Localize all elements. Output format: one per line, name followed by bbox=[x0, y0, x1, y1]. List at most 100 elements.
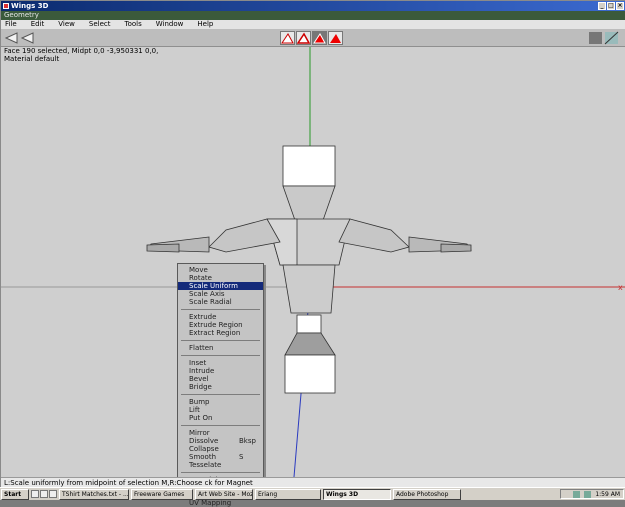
edge-mode-button[interactable] bbox=[296, 31, 311, 45]
redo-arrow-icon[interactable] bbox=[20, 31, 35, 45]
system-tray: 1:59 AM bbox=[560, 489, 624, 499]
context-menu-item-scale-axis[interactable]: Scale Axis bbox=[178, 290, 263, 298]
context-menu-item-label: Put On bbox=[189, 414, 213, 422]
context-menu-item-label: Lift bbox=[189, 406, 200, 414]
menu-tools[interactable]: Tools bbox=[125, 20, 142, 29]
context-menu-item-label: Rotate bbox=[189, 274, 212, 282]
title-bar[interactable]: Wings 3D _ □ × bbox=[1, 1, 625, 11]
undo-arrow-icon[interactable] bbox=[4, 31, 19, 45]
context-menu-item-label: Scale Axis bbox=[189, 290, 225, 298]
minimize-button[interactable]: _ bbox=[598, 2, 606, 10]
context-menu-item-scale-radial[interactable]: Scale Radial bbox=[178, 298, 263, 306]
context-menu-item-rotate[interactable]: Rotate bbox=[178, 274, 263, 282]
context-menu-item-label: Mirror bbox=[189, 429, 210, 437]
show-desktop-icon[interactable] bbox=[31, 490, 39, 498]
menu-separator bbox=[181, 340, 260, 341]
menu-separator bbox=[181, 355, 260, 356]
menu-select[interactable]: Select bbox=[89, 20, 111, 29]
context-menu-item-flatten[interactable]: Flatten bbox=[178, 344, 263, 352]
wings3d-window: Wings 3D _ □ × Geometry File Edit View S… bbox=[0, 0, 625, 507]
vertex-mode-icon bbox=[281, 33, 294, 44]
context-menu-item-hotkey: Bksp bbox=[239, 437, 256, 445]
toolbar bbox=[1, 29, 625, 47]
taskbar-item-photoshop[interactable]: Adobe Photoshop bbox=[393, 488, 461, 500]
quick-launch bbox=[31, 490, 57, 498]
selection-info-line2: Material default bbox=[4, 55, 60, 63]
context-menu-item-label: UV Mapping bbox=[189, 499, 232, 507]
menu-file[interactable]: File bbox=[5, 20, 17, 29]
face-mode-button[interactable] bbox=[312, 31, 327, 45]
context-menu-item-intrude[interactable]: Intrude bbox=[178, 367, 263, 375]
context-menu-item-label: Extrude bbox=[189, 313, 217, 321]
menu-separator bbox=[181, 394, 260, 395]
context-menu-item-bevel[interactable]: Bevel bbox=[178, 375, 263, 383]
context-menu-item-scale-uniform[interactable]: Scale Uniform bbox=[178, 282, 263, 290]
context-menu-item-collapse[interactable]: Collapse bbox=[178, 445, 263, 453]
context-menu-item-label: Scale Uniform bbox=[189, 282, 238, 290]
mesh-waist bbox=[282, 264, 336, 314]
context-menu-item-tesselate[interactable]: Tesselate bbox=[178, 461, 263, 469]
menu-separator bbox=[181, 309, 260, 310]
mesh-legs bbox=[284, 354, 336, 394]
volume-icon[interactable] bbox=[584, 490, 592, 498]
context-menu-item-extrude[interactable]: Extrude bbox=[178, 313, 263, 321]
edge-mode-icon bbox=[296, 32, 311, 44]
network-icon[interactable] bbox=[573, 490, 581, 498]
context-menu-item-label: Bevel bbox=[189, 375, 209, 383]
context-menu-item-inset[interactable]: Inset bbox=[178, 359, 263, 367]
mesh-upper-arm-left bbox=[208, 218, 281, 253]
context-menu-item-smooth[interactable]: Smooth S bbox=[178, 453, 263, 461]
start-button[interactable]: Start bbox=[1, 488, 29, 500]
context-menu-item-extract-region[interactable]: Extract Region bbox=[178, 329, 263, 337]
menu-separator bbox=[181, 472, 260, 473]
menu-edit[interactable]: Edit bbox=[31, 20, 45, 29]
app-icon bbox=[3, 3, 9, 9]
taskbar-item-freeware[interactable]: Freeware Games bbox=[131, 488, 193, 500]
context-menu-item-label: Move bbox=[189, 266, 208, 274]
context-menu-item-move[interactable]: Move bbox=[178, 266, 263, 274]
mesh-hip bbox=[296, 314, 322, 334]
selection-info-line1: Face 190 selected, Midpt 0,0 -3,950331 0… bbox=[4, 47, 159, 55]
context-menu-item-put-on[interactable]: Put On bbox=[178, 414, 263, 422]
face-mode-icon bbox=[313, 33, 326, 44]
context-menu-item-dissolve[interactable]: Dissolve Bksp bbox=[178, 437, 263, 445]
taskbar-item-tshirt[interactable]: TShirt Matches.txt - ... bbox=[59, 488, 129, 500]
vertex-mode-button[interactable] bbox=[280, 31, 295, 45]
context-menu-item-label: Collapse bbox=[189, 445, 219, 453]
context-menu-item-hotkey: S bbox=[239, 453, 244, 461]
body-mode-icon bbox=[330, 34, 341, 43]
context-menu-item-lift[interactable]: Lift bbox=[178, 406, 263, 414]
menu-window[interactable]: Window bbox=[156, 20, 184, 29]
3d-viewport[interactable]: x Face 190 selected, Midpt 0,0 -3,950331… bbox=[1, 47, 625, 477]
taskbar: Start TShirt Matches.txt - ... Freeware … bbox=[0, 487, 625, 500]
taskbar-item-wings3d[interactable]: Wings 3D bbox=[323, 488, 391, 500]
mail-icon[interactable] bbox=[49, 490, 57, 498]
window-title: Wings 3D bbox=[11, 2, 49, 10]
mesh-upper-arm-right bbox=[338, 218, 410, 253]
context-menu-item-uv-mapping[interactable]: UV Mapping bbox=[178, 499, 263, 507]
menu-bar: File Edit View Select Tools Window Help bbox=[1, 20, 625, 29]
geometry-tab[interactable]: Geometry bbox=[1, 11, 625, 20]
wireframe-icon[interactable] bbox=[604, 31, 619, 45]
maximize-button[interactable]: □ bbox=[607, 2, 615, 10]
context-menu-item-extrude-region[interactable]: Extrude Region bbox=[178, 321, 263, 329]
taskbar-item-mozilla[interactable]: Art Web Site - Mozilla bbox=[195, 488, 253, 500]
menu-help[interactable]: Help bbox=[197, 20, 213, 29]
body-mode-button[interactable] bbox=[328, 31, 343, 45]
selection-info: Face 190 selected, Midpt 0,0 -3,950331 0… bbox=[4, 47, 158, 63]
browser-icon[interactable] bbox=[40, 490, 48, 498]
context-menu-item-mirror[interactable]: Mirror bbox=[178, 429, 263, 437]
close-button[interactable]: × bbox=[616, 2, 624, 10]
menu-view[interactable]: View bbox=[58, 20, 75, 29]
context-menu-item-label: Tesselate bbox=[189, 461, 222, 469]
context-menu-item-label: Intrude bbox=[189, 367, 215, 375]
context-menu-item-bridge[interactable]: Bridge bbox=[178, 383, 263, 391]
mesh-hand-right bbox=[440, 243, 472, 253]
context-menu-item-label: Smooth bbox=[189, 453, 217, 461]
context-menu-item-bump[interactable]: Bump bbox=[178, 398, 263, 406]
context-menu-item-label: Scale Radial bbox=[189, 298, 232, 306]
clock: 1:59 AM bbox=[595, 490, 620, 498]
taskbar-item-eriang[interactable]: Eriang bbox=[255, 488, 321, 500]
smooth-preview-icon[interactable] bbox=[588, 31, 603, 45]
mesh-head bbox=[282, 145, 336, 187]
